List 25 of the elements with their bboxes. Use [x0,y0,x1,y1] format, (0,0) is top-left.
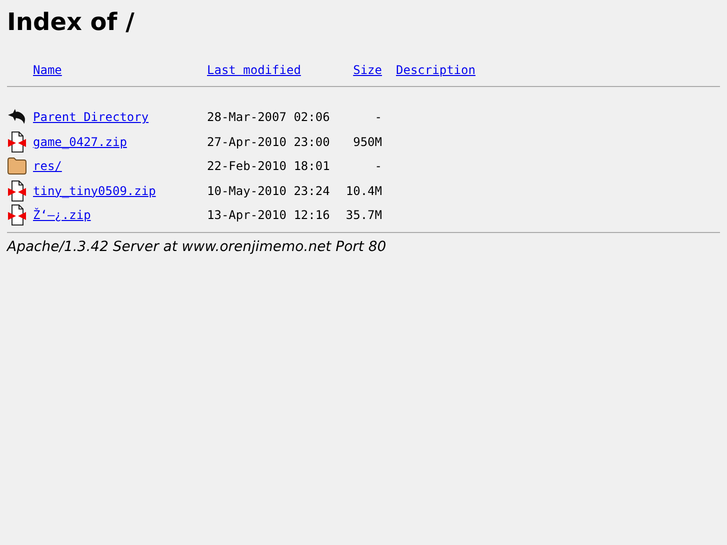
modified-date: 27-Apr-2010 23:00 [207,134,331,149]
file-link[interactable]: Parent Directory [33,110,149,124]
folder-icon [7,157,27,176]
file-size: 35.7M [344,208,382,222]
modified-date: 28-Mar-2007 02:06 [207,110,331,124]
size-column-link[interactable]: Size [353,63,382,77]
page-title: Index of / [7,8,136,36]
document-icon [7,130,27,153]
file-size: - [374,159,382,174]
file-size: 950M [352,134,382,149]
modified-date: 22-Feb-2010 18:01 [207,159,331,174]
document-icon [7,204,27,226]
file-link[interactable]: tiny_tiny0509.zip [33,184,156,198]
modified-date: 13-Apr-2010 12:16 [207,208,331,222]
file-link[interactable]: game_0427.zip [33,134,127,149]
description-column-link[interactable]: Description [396,63,476,77]
file-link[interactable]: res/ [33,159,62,174]
file-size: 10.4M [344,184,382,198]
last-modified-column-link[interactable]: Last modified [207,63,301,77]
modified-date: 10-May-2010 23:24 [207,184,331,198]
server-footer: Apache/1.3.42 Server at www.orenjimemo.net Port 80 [7,238,720,254]
file-size: - [374,110,382,124]
file-link[interactable]: Ž‘–¿.zip [33,208,91,222]
document-icon [7,180,27,202]
name-column-link[interactable]: Name [33,63,62,77]
